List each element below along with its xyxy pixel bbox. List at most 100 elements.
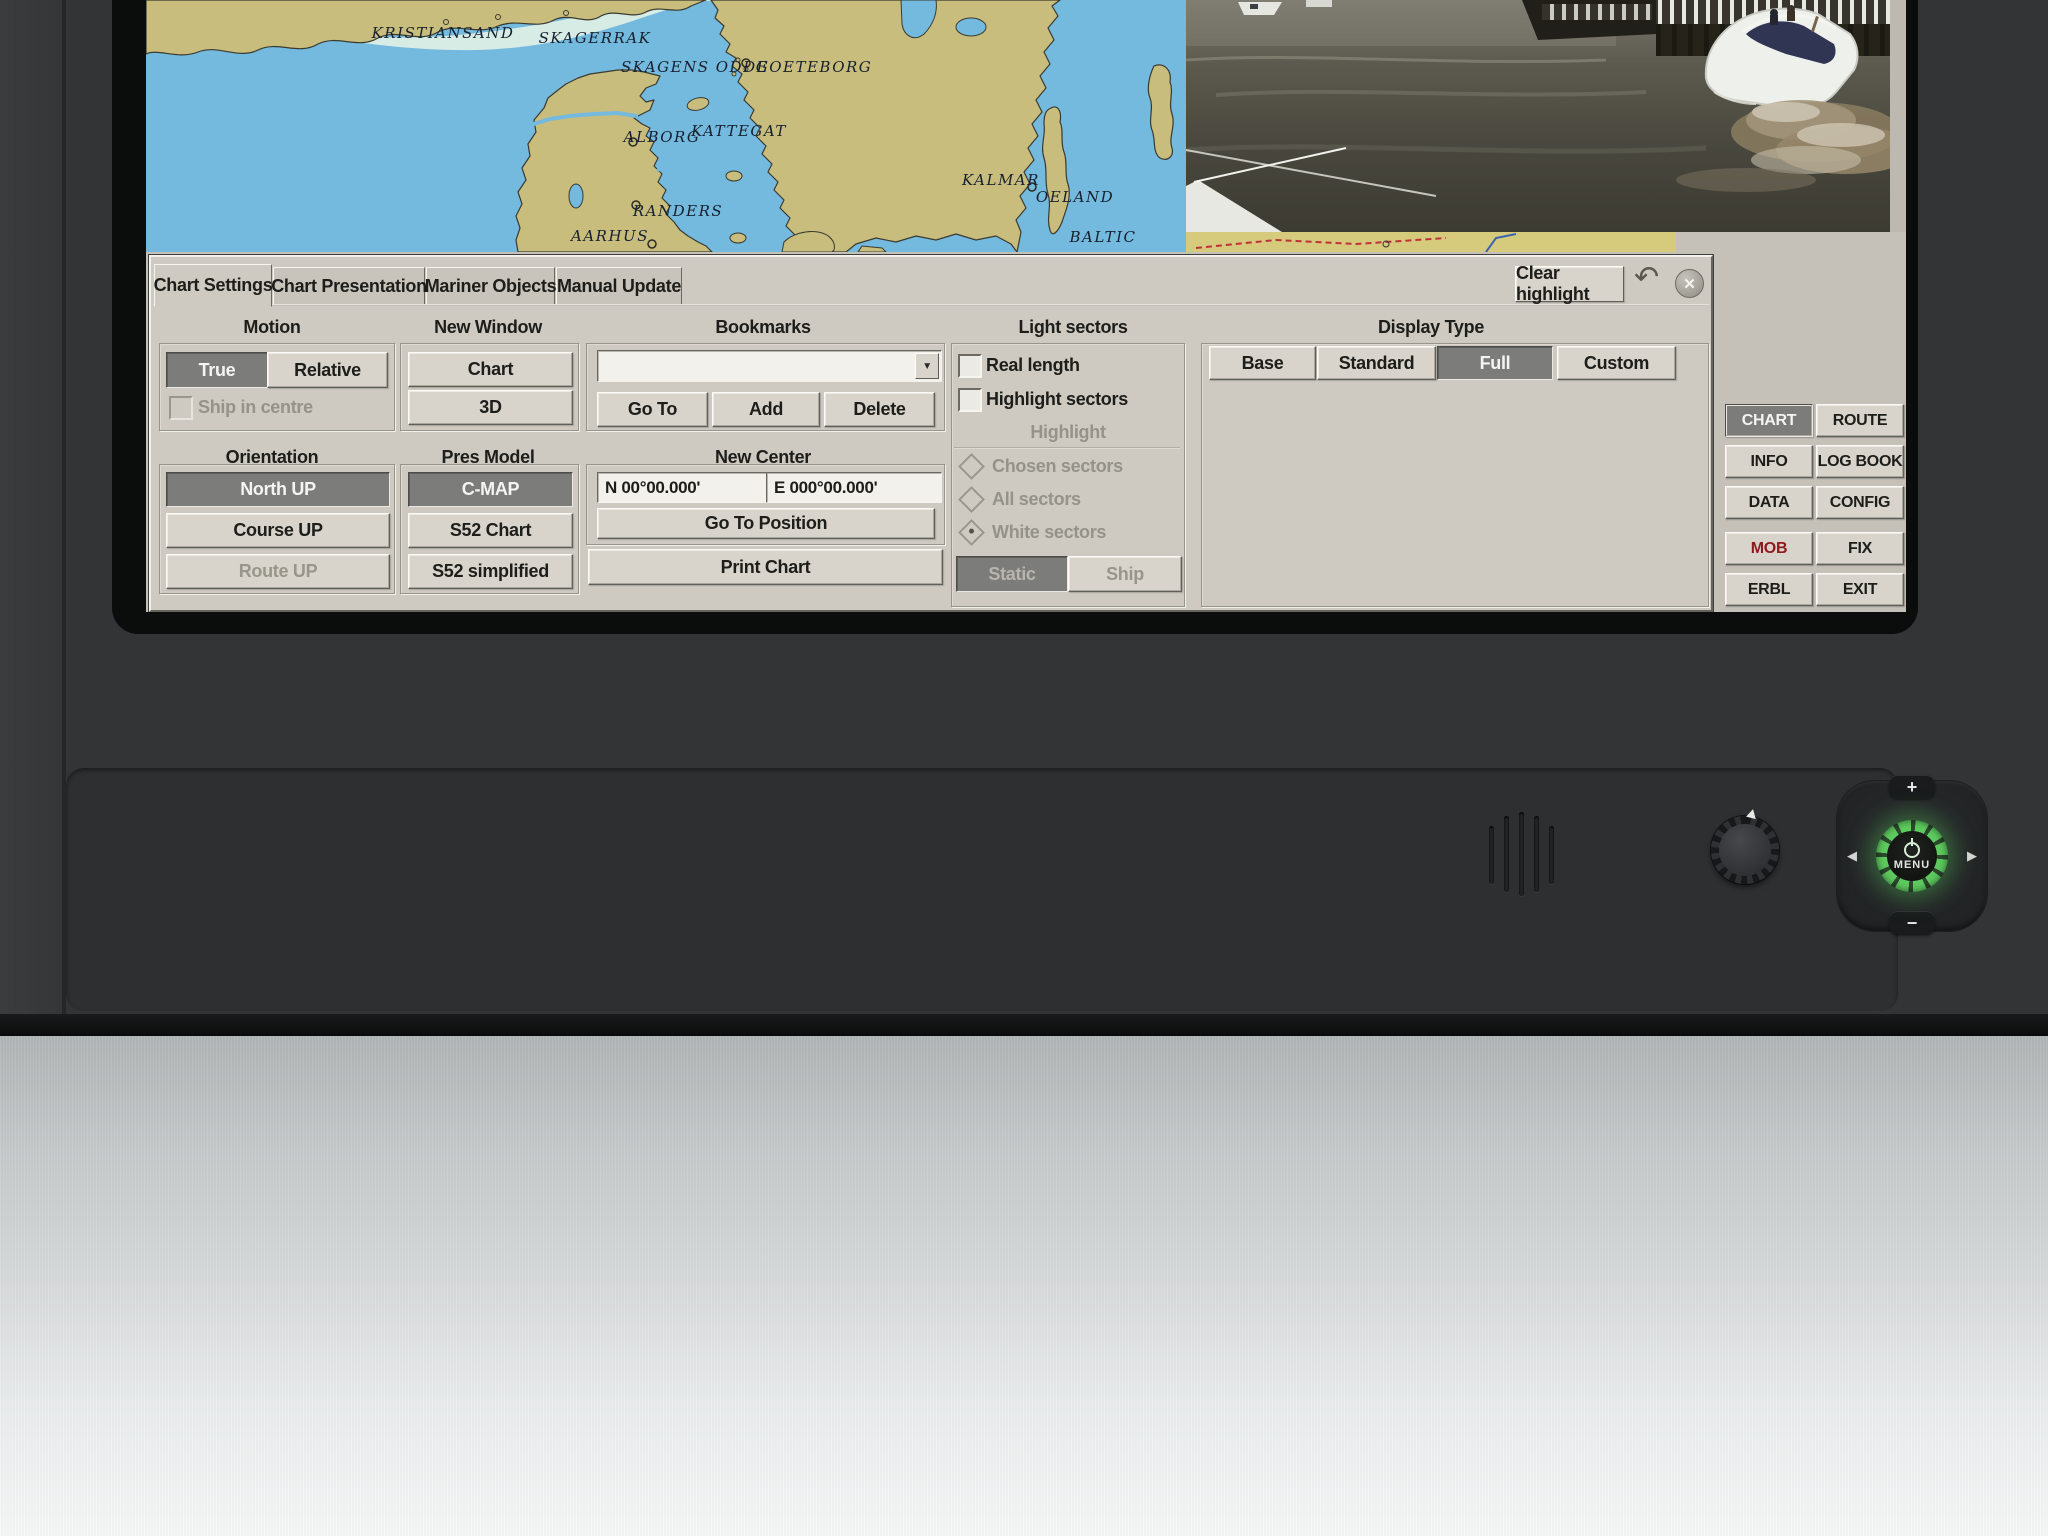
zoom-out-button[interactable]: − [1889,911,1935,935]
power-icon [1904,842,1920,858]
highlight-sectors-label: Highlight sectors [986,389,1128,410]
undo-icon[interactable]: ↶ [1634,263,1659,293]
real-length-label: Real length [986,355,1080,376]
map-label: GOETEBORG [756,58,873,76]
nautical-chart[interactable]: KRISTIANSAND SKAGERRAK SKAGENS ODDE GOET… [146,0,1186,252]
print-chart-button[interactable]: Print Chart [588,549,943,585]
zoom-in-button[interactable]: + [1889,775,1935,799]
knob-face [1719,824,1771,876]
light-sectors-title: Light sectors [993,317,1153,338]
map-label: RANDERS [633,202,723,220]
motion-title: Motion [192,317,352,338]
chosen-sectors-label: Chosen sectors [992,456,1123,477]
tab-label: Chart Presentation [271,276,427,297]
tab-label: Mariner Objects [425,276,557,297]
longitude-field[interactable]: E 000°00.000' [766,472,942,503]
goto-position-button[interactable]: Go To Position [597,508,935,539]
display-type-title: Display Type [1351,317,1511,338]
new-center-group: N 00°00.000' E 000°00.000' Go To Positio… [586,464,945,545]
panel-strip [1890,0,1906,232]
ship-in-centre-checkbox[interactable] [169,396,193,420]
menu-erbl-button[interactable]: ERBL [1725,573,1813,606]
menu-route-button[interactable]: ROUTE [1816,404,1904,437]
menu-exit-button[interactable]: EXIT [1816,573,1904,606]
s52-chart-button[interactable]: S52 Chart [408,513,573,548]
secondary-chart-strip [1186,232,1676,252]
route-up-button[interactable]: Route UP [166,554,390,589]
knob-indicator [1746,808,1758,819]
highlight-subtitle: Highlight [988,422,1148,443]
ship-button[interactable]: Ship [1068,556,1182,592]
clear-highlight-button[interactable]: Clear highlight [1515,266,1624,302]
cmap-button[interactable]: C-MAP [408,472,573,507]
tab-label: Chart Settings [154,275,273,296]
rotary-knob[interactable] [1711,816,1779,884]
chart-settings-window: Chart Settings Chart Presentation Marine… [149,255,1713,612]
bookmark-delete-button[interactable]: Delete [824,392,935,427]
map-label: SKAGENS ODDE [621,58,769,76]
all-sectors-radio[interactable] [958,486,985,513]
menu-fix-button[interactable]: FIX [1816,532,1904,565]
all-sectors-label: All sectors [992,489,1081,510]
map-label: BALTIC [1069,228,1136,246]
bookmarks-combo[interactable]: ▼ [597,350,942,382]
static-button[interactable]: Static [956,556,1068,592]
bookmark-add-button[interactable]: Add [712,392,820,427]
menu-logbook-button[interactable]: LOG BOOK [1816,445,1904,478]
ship-in-centre-label: Ship in centre [198,397,313,418]
pres-model-group: C-MAP S52 Chart S52 simplified [400,464,579,594]
bookmarks-title: Bookmarks [683,317,843,338]
new-window-3d-button[interactable]: 3D [408,390,573,425]
menu-mob-button[interactable]: MOB [1725,532,1813,565]
menu-data-button[interactable]: DATA [1725,486,1813,519]
motion-true-button[interactable]: True [166,352,268,388]
display-full-button[interactable]: Full [1437,346,1553,380]
chartplotter-device: KRISTIANSAND SKAGERRAK SKAGENS ODDE GOET… [0,0,2048,1536]
camera-view [1186,0,1890,232]
menu-info-button[interactable]: INFO [1725,445,1813,478]
menu-chart-button[interactable]: CHART [1725,404,1813,437]
map-label: OELAND [1036,188,1114,206]
menu-config-button[interactable]: CONFIG [1816,486,1904,519]
course-up-button[interactable]: Course UP [166,513,390,548]
north-up-button[interactable]: North UP [166,472,390,507]
motion-relative-button[interactable]: Relative [267,352,388,388]
right-arrow-button[interactable]: ▶ [1961,844,1983,868]
new-window-chart-button[interactable]: Chart [408,352,573,387]
bookmark-goto-button[interactable]: Go To [597,392,708,427]
highlight-divider [954,447,1180,449]
new-window-group: Chart 3D [400,343,579,431]
orientation-group: North UP Course UP Route UP [159,464,395,594]
display-type-group: Base Standard Full Custom [1201,343,1709,607]
dropdown-arrow-icon[interactable]: ▼ [915,353,939,379]
tab-divider [153,304,1709,306]
chosen-sectors-radio[interactable] [958,453,985,480]
tab-mariner-objects[interactable]: Mariner Objects [426,267,555,306]
light-sectors-group: Real length Highlight sectors Highlight … [951,343,1185,607]
desk-surface [0,1036,2048,1536]
tab-chart-settings[interactable]: Chart Settings [154,264,272,307]
map-label: SKAGERRAK [539,29,652,47]
real-length-checkbox[interactable] [958,354,982,378]
power-menu-button[interactable]: MENU [1887,831,1937,881]
map-label: AARHUS [571,227,649,245]
display-base-button[interactable]: Base [1209,346,1316,380]
led-ring: MENU [1876,820,1948,892]
tab-manual-update[interactable]: Manual Update [556,267,682,306]
bezel-control-recess [66,768,1898,1012]
s52-simplified-button[interactable]: S52 simplified [408,554,573,589]
bookmarks-group: ▼ Go To Add Delete [586,343,945,431]
tab-chart-presentation[interactable]: Chart Presentation [273,267,425,306]
highlight-sectors-checkbox[interactable] [958,388,982,412]
display-standard-button[interactable]: Standard [1317,346,1436,380]
map-label: KALMAR [962,171,1040,189]
white-sectors-radio[interactable] [958,519,985,546]
white-sectors-label: White sectors [992,522,1106,543]
bezel-bottom-edge [0,1014,2048,1036]
menu-button-label: MENU [1894,859,1930,871]
display-custom-button[interactable]: Custom [1557,346,1676,380]
screen-frame: KRISTIANSAND SKAGERRAK SKAGENS ODDE GOET… [112,0,1918,634]
close-icon[interactable]: ✕ [1675,269,1704,298]
latitude-field[interactable]: N 00°00.000' [597,472,768,503]
left-arrow-button[interactable]: ◀ [1841,844,1863,868]
